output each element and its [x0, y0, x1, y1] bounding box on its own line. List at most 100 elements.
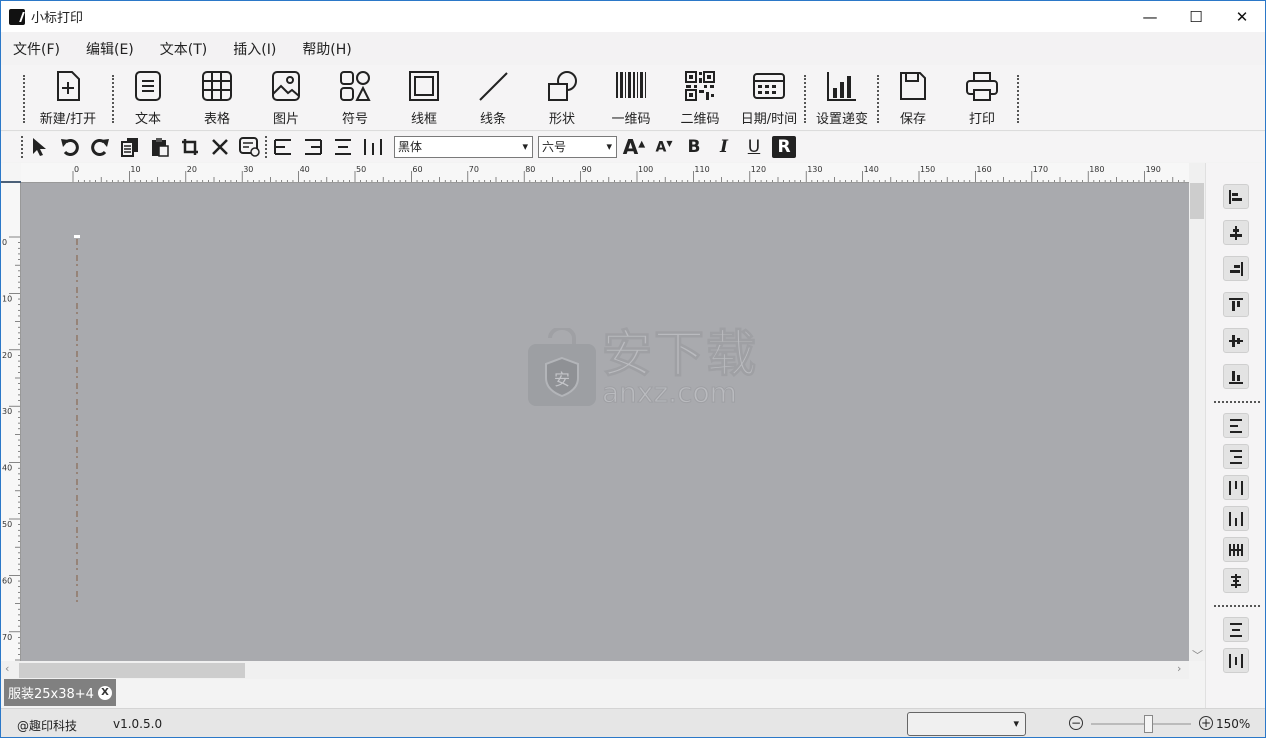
- bold-button[interactable]: B: [682, 136, 706, 158]
- ruler-label: 20: [187, 165, 197, 174]
- align-left-button[interactable]: [271, 136, 295, 158]
- close-tab-icon[interactable]: X: [97, 685, 112, 700]
- align-objects-bottom-button[interactable]: [1223, 364, 1249, 389]
- font-grow-icon: A▲: [622, 135, 646, 159]
- ruler-label: 10: [130, 165, 140, 174]
- text-button[interactable]: 文本: [113, 69, 183, 129]
- line-button[interactable]: 线条: [458, 69, 528, 129]
- zoom-out-button[interactable]: −: [1069, 716, 1083, 730]
- ruler-label: 0: [2, 238, 7, 247]
- distribute-horizontal-button[interactable]: [1223, 537, 1249, 562]
- plus-icon: +: [1200, 716, 1212, 730]
- select-pointer-button[interactable]: [28, 136, 52, 158]
- status-bar: @趣印科技 v1.0.5.0 ▾ − + 150%: [1, 708, 1265, 737]
- vertical-scrollbar[interactable]: ﹀: [1189, 163, 1205, 663]
- new-open-button[interactable]: 新建/打开: [33, 69, 103, 129]
- paste-button[interactable]: [148, 136, 172, 158]
- ruler-label: 10: [2, 294, 12, 303]
- frame-button[interactable]: 线框: [389, 69, 459, 129]
- align-objects-top-button[interactable]: [1223, 292, 1249, 317]
- label-preview[interactable]: [74, 235, 80, 607]
- align-center-button[interactable]: [331, 136, 355, 158]
- text-align-left-button[interactable]: [1223, 413, 1249, 438]
- menu-edit[interactable]: 编辑(E): [86, 39, 134, 59]
- menu-text[interactable]: 文本(T): [160, 39, 207, 59]
- shape-button[interactable]: 形状: [527, 69, 597, 129]
- line-icon: [476, 69, 510, 103]
- qrcode-button[interactable]: 二维码: [665, 69, 735, 129]
- maximize-button[interactable]: ☐: [1173, 1, 1219, 32]
- close-button[interactable]: ✕: [1219, 1, 1265, 32]
- zoom-slider-track[interactable]: [1091, 723, 1191, 725]
- ruler-label: 40: [2, 464, 12, 473]
- vertical-scroll-thumb[interactable]: [1190, 183, 1204, 219]
- printer-icon: [965, 69, 999, 103]
- zoom-in-button[interactable]: +: [1199, 716, 1213, 730]
- scroll-left-icon[interactable]: ‹: [5, 662, 9, 675]
- text-align-right-button[interactable]: [1223, 444, 1249, 469]
- scroll-right-icon[interactable]: ›: [1177, 662, 1181, 675]
- menu-help[interactable]: 帮助(H): [302, 39, 351, 59]
- center-horizontal-icon: [1230, 622, 1242, 637]
- printer-select[interactable]: ▾: [907, 712, 1026, 736]
- menu-file[interactable]: 文件(F): [13, 39, 60, 59]
- menu-insert[interactable]: 插入(I): [233, 39, 276, 59]
- center-on-page-button[interactable]: [1223, 617, 1249, 642]
- watermark-shield-char: 安: [554, 370, 570, 389]
- save-button[interactable]: 保存: [878, 69, 948, 129]
- text-align-bottom-button[interactable]: [1223, 506, 1249, 531]
- minimize-button[interactable]: —: [1127, 1, 1173, 32]
- align-objects-vcenter-button[interactable]: [1223, 328, 1249, 353]
- crop-icon: [182, 139, 198, 155]
- increment-button[interactable]: 设置递变: [807, 69, 877, 129]
- barcode-button[interactable]: 一维码: [596, 69, 666, 129]
- scroll-down-icon[interactable]: ﹀: [1192, 647, 1203, 663]
- horizontal-scroll-thumb[interactable]: [19, 663, 245, 678]
- properties-button[interactable]: [238, 136, 262, 158]
- toolbar-label: 一维码: [611, 112, 651, 127]
- font-family-select[interactable]: 黑体 ▾: [394, 136, 533, 158]
- table-button[interactable]: 表格: [182, 69, 252, 129]
- copy-icon: [121, 138, 138, 157]
- distribute-button[interactable]: [361, 136, 385, 158]
- text-align-top-button[interactable]: [1223, 475, 1249, 500]
- align-right-button[interactable]: [301, 136, 325, 158]
- symbol-button[interactable]: 符号: [320, 69, 390, 129]
- align-objects-right-button[interactable]: [1223, 256, 1249, 281]
- image-button[interactable]: 图片: [251, 69, 321, 129]
- ruler-label: 60: [2, 576, 12, 585]
- increment-icon: [825, 69, 859, 103]
- italic-button[interactable]: I: [712, 136, 736, 158]
- align-objects-left-button[interactable]: [1223, 184, 1249, 209]
- horizontal-scrollbar[interactable]: ‹ ›: [1, 661, 1189, 679]
- toolbar-separator: [804, 75, 806, 123]
- center-vertical-button[interactable]: [1223, 648, 1249, 673]
- text-align-top-icon: [1229, 480, 1243, 495]
- rotate-button[interactable]: R: [772, 136, 796, 158]
- print-button[interactable]: 打印: [947, 69, 1017, 129]
- toolbar-label: 设置递变: [815, 112, 868, 127]
- watermark-text: 安下载 anxz.com: [602, 329, 758, 408]
- datetime-button[interactable]: 日期/时间: [734, 69, 804, 129]
- redo-button[interactable]: [88, 136, 112, 158]
- font-grow-button[interactable]: A▲: [622, 135, 646, 159]
- barcode-icon: [614, 69, 648, 103]
- document-tab[interactable]: 服装25x38+4 X: [4, 679, 116, 706]
- zoom-slider-thumb[interactable]: [1144, 715, 1153, 733]
- copy-button[interactable]: [118, 136, 142, 158]
- delete-button[interactable]: [208, 136, 232, 158]
- ruler-label: 120: [751, 165, 766, 174]
- design-canvas[interactable]: 安 安下载 anxz.com: [21, 183, 1189, 661]
- font-size-select[interactable]: 六号 ▾: [538, 136, 617, 158]
- crop-button[interactable]: [178, 136, 202, 158]
- shape-icon: [545, 69, 579, 103]
- underline-button[interactable]: U: [742, 136, 766, 158]
- undo-button[interactable]: [58, 136, 82, 158]
- font-shrink-button[interactable]: A▼: [652, 136, 676, 158]
- align-objects-hcenter-button[interactable]: [1223, 220, 1249, 245]
- distribute-vertical-button[interactable]: [1223, 568, 1249, 593]
- menu-bar: 文件(F) 编辑(E) 文本(T) 插入(I) 帮助(H): [1, 32, 1265, 65]
- ruler-label: 140: [864, 165, 879, 174]
- ruler-label: 110: [694, 165, 709, 174]
- align-right-icon: [305, 139, 322, 155]
